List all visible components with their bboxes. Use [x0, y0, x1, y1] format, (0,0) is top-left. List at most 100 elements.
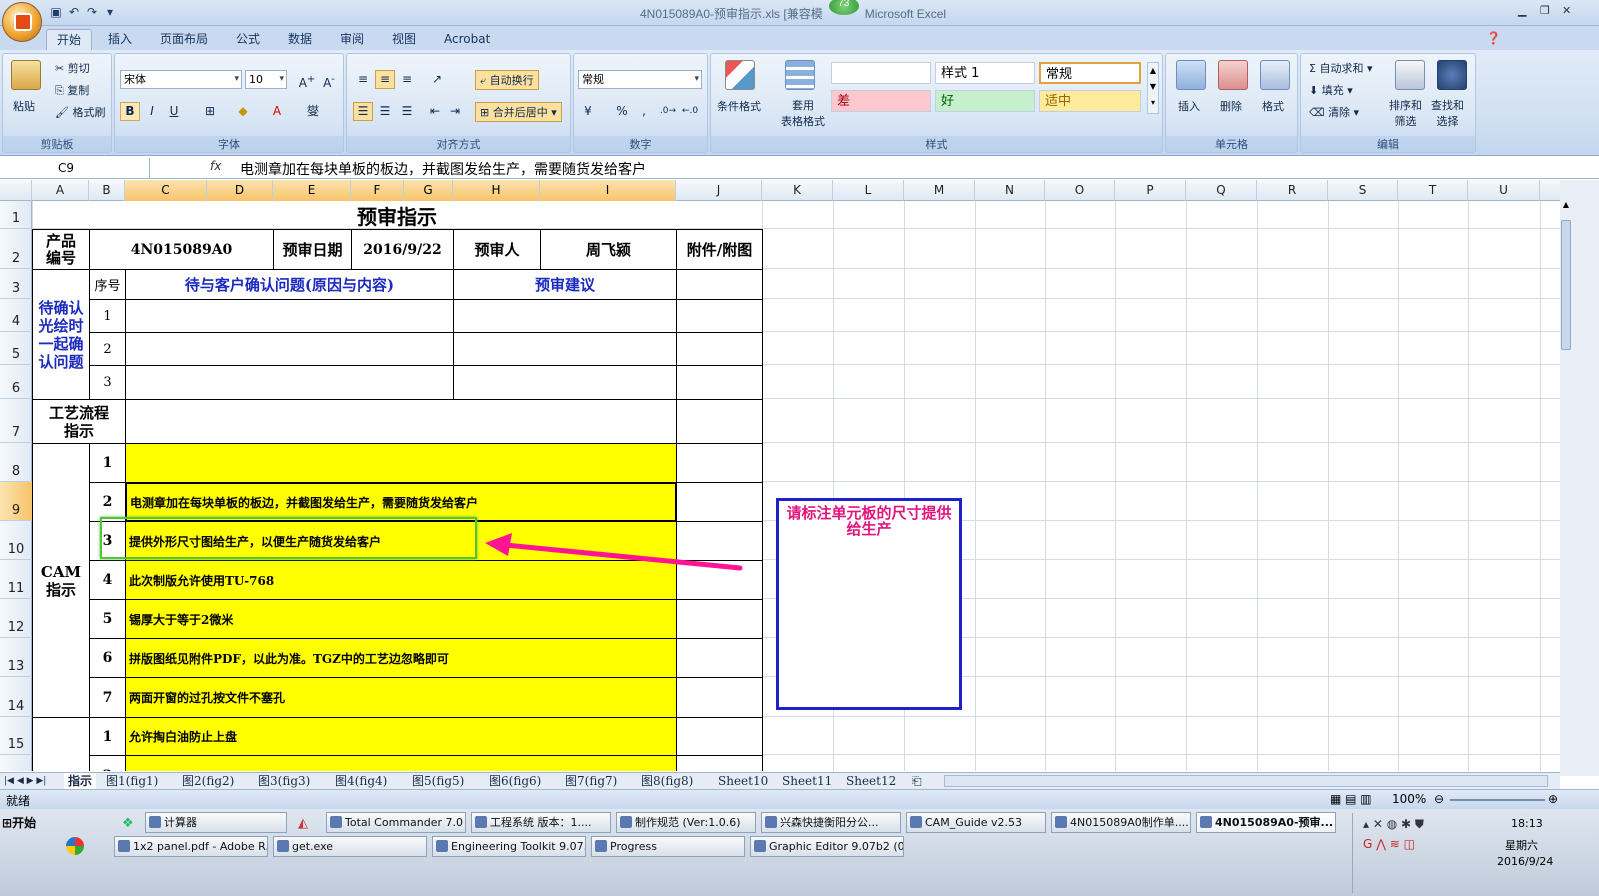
select-all[interactable]	[0, 180, 32, 201]
zoom-slider[interactable]	[1450, 799, 1545, 801]
number-format-select[interactable]: 常规	[578, 70, 702, 89]
tab-formulas[interactable]: 公式	[226, 29, 270, 50]
taskbar-item[interactable]: 兴森快捷衡阳分公...	[761, 812, 901, 833]
column-header[interactable]: F	[351, 180, 404, 201]
column-header[interactable]: S	[1328, 180, 1398, 201]
formula-input[interactable]: 电测章加在每块单板的板边，并截图发给生产，需要随货发给客户	[240, 159, 646, 179]
taskbar-item[interactable]: Progress	[591, 836, 745, 857]
align-middle-icon[interactable]: ≡	[375, 70, 395, 89]
attachment-cell[interactable]	[676, 269, 763, 300]
cam-seq[interactable]: 2	[89, 482, 126, 522]
column-header[interactable]: O	[1045, 180, 1115, 201]
cam-item[interactable]: 拼版图纸见附件PDF，以此为准。TGZ中的工艺边忽略即可	[125, 638, 677, 678]
delete-cells-button[interactable]: 删除	[1220, 98, 1242, 114]
comment-box[interactable]: 请标注单元板的尺寸提供给生产	[776, 498, 962, 710]
taskbar-item[interactable]: Total Commander 7.0 ...	[326, 812, 466, 833]
row-header[interactable]: 2	[0, 229, 32, 269]
name-box[interactable]: C9	[0, 158, 150, 178]
attachment-cell[interactable]	[676, 599, 763, 639]
quick-launch-icon[interactable]: ❖	[122, 816, 134, 831]
pending-seq[interactable]: 2	[89, 332, 126, 366]
attachment-cell[interactable]	[676, 443, 763, 483]
style-neutral[interactable]: 适中	[1039, 90, 1141, 112]
sheet-tab[interactable]: Sheet12	[846, 773, 896, 789]
phonetic-button[interactable]: 燮	[303, 102, 323, 121]
zoom-in-icon[interactable]: ⊕	[1548, 792, 1558, 806]
suggestion-label[interactable]: 预审建议	[453, 269, 677, 300]
tab-review[interactable]: 审阅	[330, 29, 374, 50]
horizontal-scrollbar[interactable]	[944, 775, 1548, 787]
shrink-font-icon[interactable]: A-	[319, 70, 339, 90]
cam-label[interactable]: CAM 指示	[32, 443, 90, 718]
sheet-tab[interactable]: Sheet10	[718, 773, 768, 789]
clear-button[interactable]: ⌫ 清除 ▾	[1309, 104, 1359, 120]
comma-button[interactable]: ,	[634, 102, 654, 121]
sort-filter-button[interactable]: 排序和 筛选	[1389, 98, 1422, 130]
next-seq[interactable]: 2	[89, 755, 126, 771]
tray-icons[interactable]: ▴ ✕ ◍ ✱ ⛊	[1363, 817, 1424, 832]
column-header[interactable]: K	[762, 180, 833, 201]
percent-button[interactable]: %	[612, 102, 632, 121]
align-top-icon[interactable]: ≡	[353, 70, 373, 89]
sheet-tab[interactable]: 图6(fig6)	[489, 773, 541, 789]
sheet-tab[interactable]: 图2(fig2)	[182, 773, 234, 789]
row-header[interactable]: 9	[0, 482, 32, 521]
align-center-icon[interactable]: ☰	[375, 102, 395, 121]
attachment-cell[interactable]	[676, 365, 763, 400]
close-button[interactable]: ✕	[1562, 4, 1571, 17]
office-button[interactable]	[2, 2, 42, 42]
align-left-icon[interactable]: ☰	[353, 102, 373, 121]
attachment-cell[interactable]	[676, 482, 763, 522]
pending-seq[interactable]: 3	[89, 365, 126, 400]
tray-icons-2[interactable]: G ⋀ ≋ ◫	[1363, 837, 1415, 851]
sheet-tab[interactable]: 图1(fig1)	[106, 773, 158, 789]
orientation-icon[interactable]: ↗	[427, 70, 447, 89]
font-name-select[interactable]: 宋体	[120, 70, 242, 89]
row-header[interactable]: 5	[0, 332, 32, 365]
fill-button[interactable]: ⬇ 填充 ▾	[1309, 82, 1353, 98]
next-label[interactable]	[32, 717, 90, 771]
delete-cells-icon[interactable]	[1218, 60, 1248, 90]
tab-home[interactable]: 开始	[46, 29, 93, 50]
pending-suggestion[interactable]	[453, 365, 677, 400]
decrease-decimal-icon[interactable]: ←.0	[680, 102, 700, 121]
sheet-tab[interactable]: 图8(fig8)	[641, 773, 693, 789]
column-header[interactable]: A	[32, 180, 89, 201]
issue-label[interactable]: 待与客户确认问题(原因与内容)	[125, 269, 454, 300]
clock-time[interactable]: 18:13	[1511, 817, 1543, 830]
format-as-table-button[interactable]: 套用 表格格式	[781, 98, 825, 130]
row-header[interactable]: 6	[0, 365, 32, 399]
pending-seq[interactable]: 1	[89, 299, 126, 333]
cam-seq[interactable]: 1	[89, 443, 126, 483]
attachment-label[interactable]: 附件/附图	[676, 229, 763, 270]
zoom-out-icon[interactable]: ⊖	[1434, 792, 1444, 806]
reviewer-name[interactable]: 周飞颍	[540, 229, 677, 270]
row-header[interactable]: 8	[0, 443, 32, 482]
tab-view[interactable]: 视图	[382, 29, 426, 50]
zoom-level[interactable]: 100%	[1392, 792, 1426, 806]
format-cells-button[interactable]: 格式	[1262, 98, 1284, 114]
paste-button[interactable]: 粘贴	[13, 98, 35, 114]
save-icon[interactable]: ▣	[48, 4, 64, 20]
help-icon[interactable]: ❓	[1486, 31, 1501, 45]
cam-seq[interactable]: 6	[89, 638, 126, 678]
tab-page-layout[interactable]: 页面布局	[150, 29, 218, 50]
vertical-scrollbar[interactable]: ▲	[1560, 180, 1599, 776]
column-header[interactable]: T	[1398, 180, 1468, 201]
column-header[interactable]: Q	[1186, 180, 1257, 201]
fx-icon[interactable]: fx	[210, 159, 221, 173]
attachment-cell[interactable]	[676, 638, 763, 678]
insert-cells-icon[interactable]	[1176, 60, 1206, 90]
attachment-cell[interactable]	[676, 399, 763, 444]
row-header[interactable]: 7	[0, 399, 32, 443]
restore-button[interactable]: ❐	[1540, 4, 1550, 17]
column-header[interactable]: I	[540, 180, 676, 201]
next-item[interactable]: 允许掏白油防止上盘	[125, 717, 677, 756]
column-header[interactable]: M	[904, 180, 975, 201]
scroll-up-icon[interactable]: ▲	[1560, 200, 1572, 214]
minimize-button[interactable]: ▁	[1518, 4, 1526, 17]
font-size-select[interactable]: 10	[245, 70, 287, 89]
start-button[interactable]: ⊞开始	[2, 814, 36, 831]
paste-icon[interactable]	[11, 60, 41, 90]
currency-icon[interactable]: ¥	[578, 102, 598, 121]
